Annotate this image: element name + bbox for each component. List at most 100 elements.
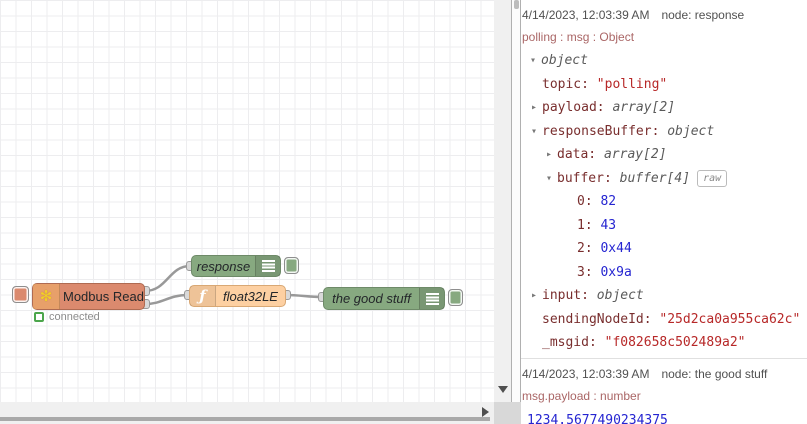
function-glyph: ƒ [199,286,206,305]
node-modbus-read[interactable]: ✻ Modbus Read [32,283,145,310]
response-debug-toggle-button[interactable] [284,257,299,274]
wire-modbus-to-float32le[interactable] [143,293,190,306]
message-path: polling : msg : Object [522,30,635,44]
message-meta-row: 4/14/2023, 12:03:39 AM node: response [522,8,807,23]
debug-value-key: 0: [577,194,593,209]
debug-tree-row: 2: 0x44 [522,237,807,261]
debug-value-number: 0x44 [600,241,632,256]
debug-tree-row: ▸ data: array[2] [522,143,807,167]
debug-value-type: object [541,53,588,68]
modbus-node-label: Modbus Read [63,289,144,304]
wire-float32le-to-goodstuff[interactable] [284,293,324,299]
debug-value-type: object [596,288,644,303]
status-square-icon [34,312,44,322]
message-timestamp: 4/14/2023, 12:03:39 AM [522,8,650,22]
debug-tree-row: 1: 43 [522,214,807,238]
debug-tree-row: _msgid: "f082658c502489a2" [522,331,807,355]
message-tree: ▾ object topic: "polling" ▸ payload: array[2… [522,49,807,355]
modbus-flower-glyph: ✻ [39,288,53,305]
debug-value-key: buffer: [557,170,612,186]
debug-value-plain [589,288,597,303]
debug-value-plain [589,77,597,92]
modbus-flower-icon: ✻ [33,284,60,309]
debug-value-type: buffer[4] [619,170,691,186]
sidebar-scroll-thumb[interactable] [514,0,519,9]
expand-arrow-icon[interactable]: ▸ [531,96,537,120]
debug-list-glyph [261,260,275,272]
debug-value-number: 43 [600,217,617,233]
debug-tree-row: ▾ buffer: buffer[4] raw [522,167,807,191]
debug-value-number: 1234.5677490234375 [527,412,668,424]
debug-value-string: "polling" [596,76,668,92]
goodstuff-node-label: the good stuff [332,291,411,306]
debug-value-number: 82 [600,194,617,209]
debug-value-plain [612,171,620,186]
debug-tree-row: ▸ payload: array[2] [522,96,807,120]
function-icon: ƒ [190,286,216,306]
debug-tree-row: 1234.5677490234375 [522,410,807,424]
debug-message-list: 4/14/2023, 12:03:39 AM node: response poll… [521,0,807,424]
debug-value-number: 0x9a [600,264,632,280]
debug-value-key: topic: [542,76,589,92]
wire-modbus-to-response[interactable] [143,264,192,293]
debug-value-key: _msgid: [542,335,597,350]
debug-list-icon [419,288,444,309]
node-goodstuff-debug[interactable]: the good stuff [323,287,445,310]
canvas-horizontal-scrollbar[interactable] [0,402,494,424]
debug-value-plain [597,335,605,350]
debug-tree-row: ▸ input: object [522,284,807,308]
debug-value-key: input: [542,288,589,303]
raw-button[interactable]: raw [697,169,728,187]
debug-message: 4/14/2023, 12:03:39 AM node: the good stu… [521,359,807,424]
expand-arrow-icon[interactable]: ▸ [531,284,537,308]
status-text: connected [49,311,100,323]
float32le-node-label: float32LE [223,288,278,304]
response-node-label: response [196,258,251,274]
debug-value-type: object [667,123,715,139]
message-source-node[interactable]: node: response [661,8,744,22]
collapse-arrow-icon[interactable]: ▾ [530,49,536,73]
debug-value-key: 3: [577,264,593,280]
message-timestamp: 4/14/2023, 12:03:39 AM [522,366,650,381]
debug-value-type: array[2] [603,147,667,162]
debug-value-string: "f082658c502489a2" [604,335,746,350]
collapse-arrow-icon[interactable]: ▾ [531,120,537,144]
debug-value-key: 1: [577,217,593,233]
goodstuff-debug-toggle-button[interactable] [448,289,463,306]
debug-tree-row: ▾ object [522,49,807,73]
node-response-debug[interactable]: response [191,255,281,277]
flow-canvas[interactable]: ✻ Modbus Read connected response ƒ float… [0,0,494,402]
debug-value-plain [596,147,604,162]
message-meta-row: 4/14/2023, 12:03:39 AM node: the good stu… [522,367,807,382]
scroll-right-arrow-icon[interactable] [482,407,489,417]
debug-value-key: responseBuffer: [542,123,660,139]
message-tree: 1234.5677490234375 [522,410,807,424]
modbus-node-button[interactable] [12,286,29,303]
collapse-arrow-icon[interactable]: ▾ [546,167,552,191]
debug-value-type: array[2] [612,100,676,115]
debug-value-key: 2: [577,241,593,256]
debug-value-key: sendingNodeId: [542,311,652,327]
scroll-down-arrow-icon[interactable] [498,386,508,393]
debug-message: 4/14/2023, 12:03:39 AM node: response poll… [521,0,807,359]
canvas-vertical-scrollbar[interactable] [494,0,511,402]
wires-layer [143,264,324,306]
sidebar-separator[interactable] [511,0,521,402]
debug-tree-row: sendingNodeId: "25d2ca0a955ca62c" [522,308,807,332]
debug-tree-row: topic: "polling" [522,73,807,97]
modbus-status: connected [34,311,100,323]
debug-tree-row: ▾ responseBuffer: object [522,120,807,144]
message-path: msg.payload : number [522,388,641,403]
expand-arrow-icon[interactable]: ▸ [546,143,552,167]
scrollbar-corner [494,402,521,424]
debug-value-string: "25d2ca0a955ca62c" [659,311,801,327]
horizontal-scroll-thumb[interactable] [0,417,490,421]
debug-value-key: payload: [542,100,605,115]
debug-tree-row: 0: 82 [522,190,807,214]
debug-list-glyph [425,292,439,305]
debug-value-key: data: [557,147,597,162]
message-source-node[interactable]: node: the good stuff [661,367,767,381]
debug-sidebar: 4/14/2023, 12:03:39 AM node: response poll… [521,0,807,424]
node-float32le-function[interactable]: ƒ float32LE [189,285,286,307]
node-red-window: ✻ Modbus Read connected response ƒ float… [0,0,807,424]
